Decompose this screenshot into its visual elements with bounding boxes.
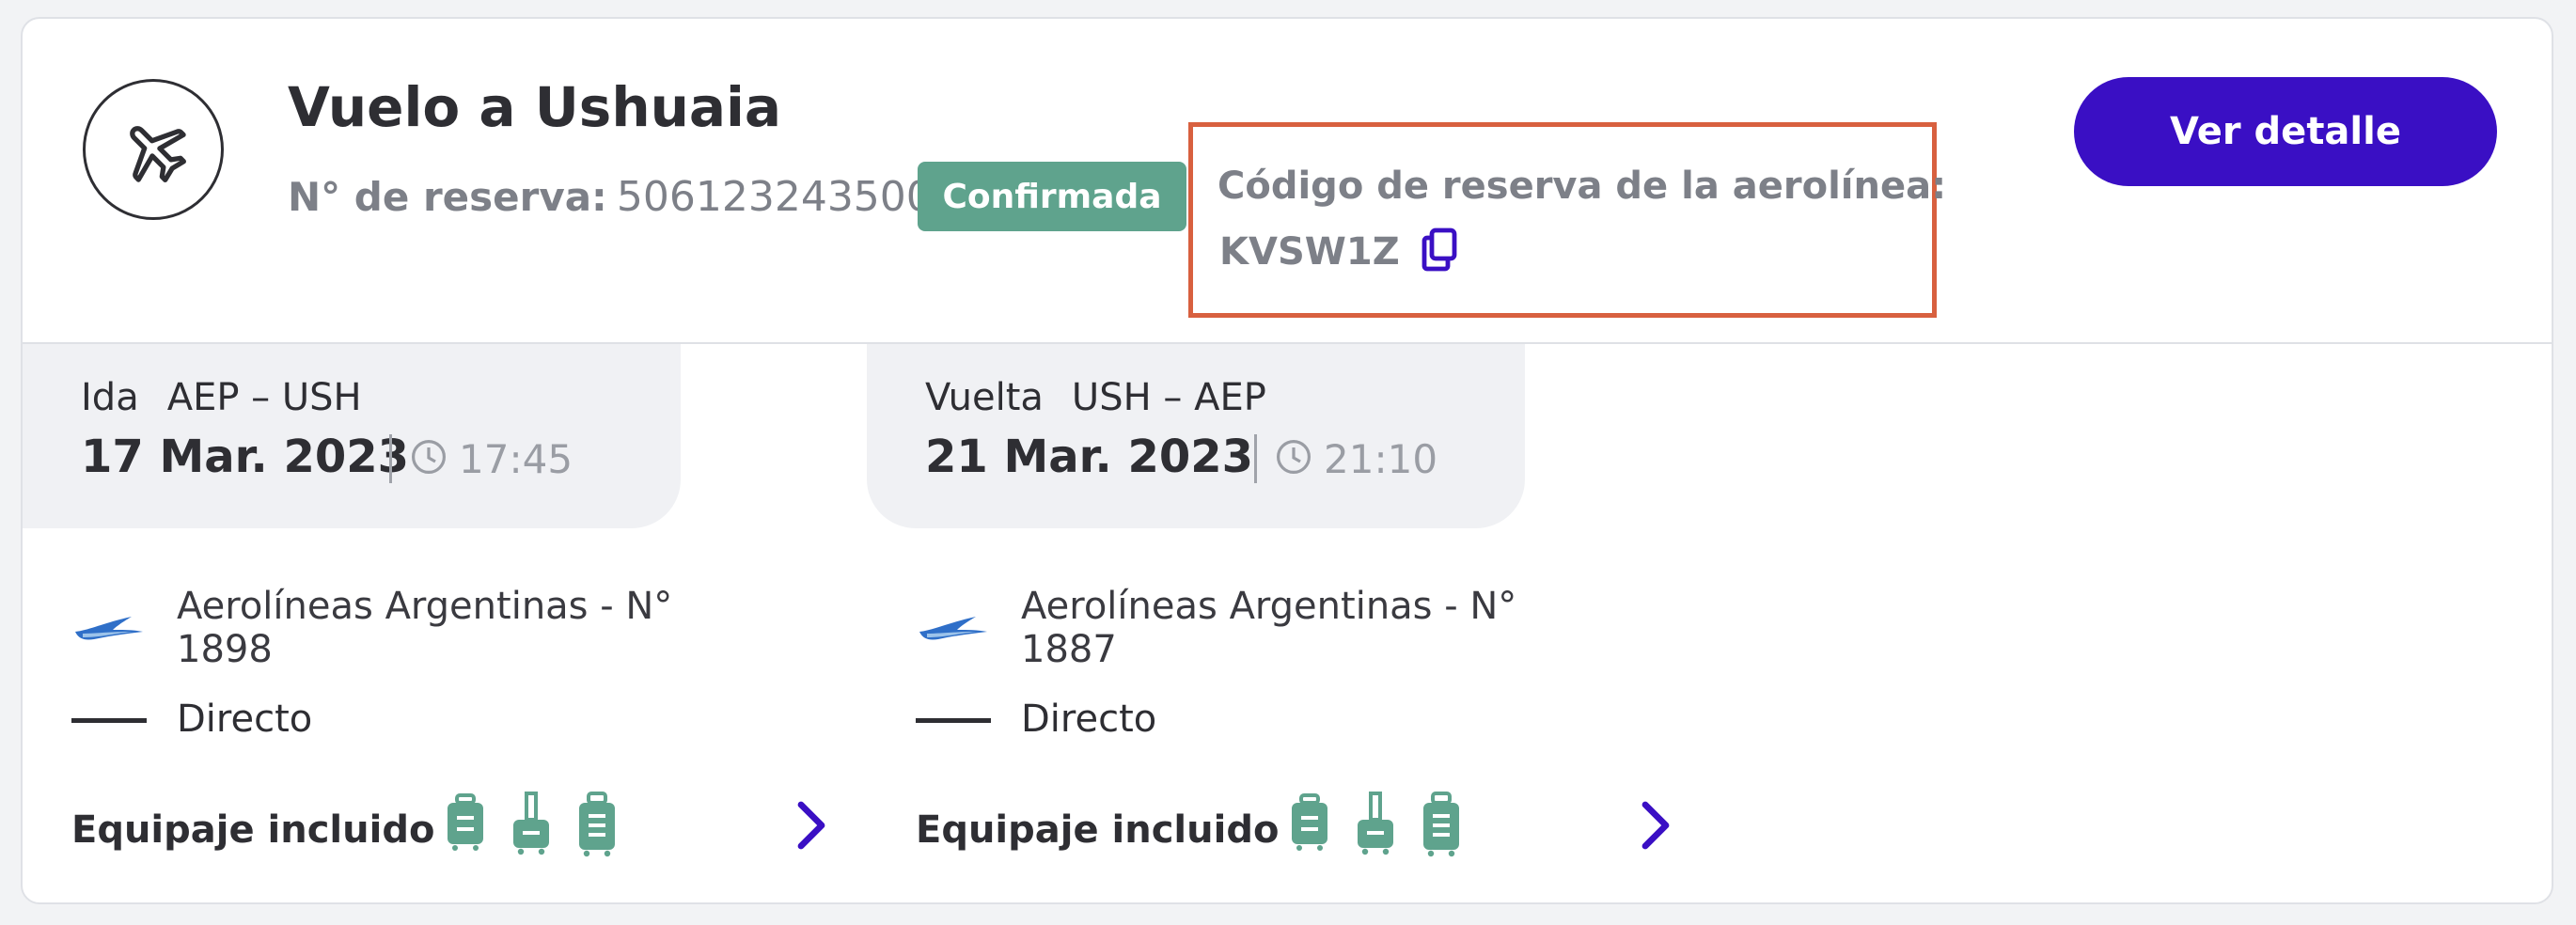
chevron-right-icon[interactable]: [792, 797, 829, 854]
airline-logo: [71, 611, 147, 649]
separator: [1254, 434, 1257, 483]
chevron-right-icon[interactable]: [1636, 797, 1673, 854]
leg-route-codes: AEP – USH: [166, 376, 362, 419]
booking-number-value: 506123243500: [616, 173, 933, 221]
booking-number-label: N° de reserva:: [288, 174, 607, 220]
direct-line: [71, 718, 147, 723]
leg-header-return: Vuelta USH – AEP 21 Mar. 2023 21:10: [867, 344, 1525, 528]
checked-bag-icon: [1418, 792, 1465, 861]
leg-date: 21 Mar. 2023: [925, 431, 1254, 483]
baggage-label: Equipaje incluido: [916, 808, 1280, 852]
status-badge: Confirmada: [918, 162, 1186, 231]
leg-time: 17:45: [459, 436, 573, 482]
direct-line: [916, 718, 991, 723]
airplane-icon: [83, 79, 224, 220]
booking-number: N° de reserva: 506123243500: [288, 173, 933, 221]
leg-route: Vuelta USH – AEP: [925, 376, 1266, 419]
clock-icon: [410, 438, 448, 476]
leg-date: 17 Mar. 2023: [81, 431, 410, 483]
leg-type: Ida: [81, 376, 139, 419]
airline-logo: [916, 611, 991, 649]
leg-route: Ida AEP – USH: [81, 376, 362, 419]
separator: [389, 434, 392, 483]
leg-details-outbound: Aerolíneas Argentinas - N° 1898 Directo …: [23, 545, 850, 902]
stops-text: Directo: [1021, 698, 1157, 741]
leg-time: 21:10: [1324, 436, 1438, 482]
airline-flight: Aerolíneas Argentinas - N° 1898: [177, 585, 673, 671]
checked-bag-icon: [573, 792, 620, 861]
personal-item-icon: [442, 792, 489, 855]
airline-flight: Aerolíneas Argentinas - N° 1887: [1021, 585, 1517, 671]
leg-header-outbound: Ida AEP – USH 17 Mar. 2023 17:45: [23, 344, 681, 528]
copy-icon[interactable]: [1419, 227, 1460, 274]
baggage-label: Equipaje incluido: [71, 808, 435, 852]
leg-route-codes: USH – AEP: [1071, 376, 1266, 419]
stops-text: Directo: [177, 698, 313, 741]
page-title: Vuelo a Ushuaia: [288, 75, 782, 139]
clock-icon: [1275, 438, 1312, 476]
airline-code-box: Código de reserva de la aerolínea: KVSW1…: [1188, 122, 1946, 318]
airline-code-label: Código de reserva de la aerolínea:: [1217, 165, 1947, 208]
airline-code-value: KVSW1Z: [1219, 230, 1400, 274]
personal-item-icon: [1286, 792, 1333, 855]
leg-type: Vuelta: [925, 376, 1044, 419]
booking-card: Vuelo a Ushuaia N° de reserva: 5061232435…: [21, 17, 2553, 904]
carry-on-icon: [508, 792, 555, 861]
leg-details-return: Aerolíneas Argentinas - N° 1887 Directo …: [867, 545, 1694, 902]
view-detail-button[interactable]: Ver detalle: [2074, 77, 2497, 186]
carry-on-icon: [1352, 792, 1399, 861]
